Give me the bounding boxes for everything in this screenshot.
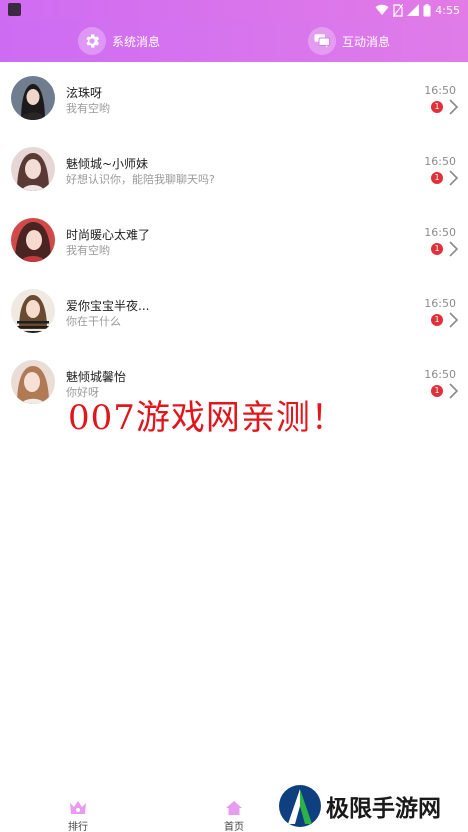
message-time: 16:50 [424,226,456,239]
message-sender-name: 泫珠呀 [66,86,103,100]
message-item[interactable]: 爱你宝宝半夜... 你在干什么 16:50 1 [0,275,468,346]
gear-icon [78,27,106,55]
signal-icon [407,4,420,16]
message-item[interactable]: 泫珠呀 我有空哟 16:50 1 [0,62,468,133]
message-sender-name: 魅倾城馨怡 [66,370,127,384]
site-logo-text: 极限手游网 [326,796,441,822]
message-time: 16:50 [424,297,456,310]
message-time: 16:50 [424,368,456,381]
site-logo-watermark: 极限手游网 [278,782,464,830]
message-preview: 我有空哟 [66,244,110,257]
app-root: 4:55 系统消息 互动消息 泫珠呀 我有空哟 16:50 1 魅倾城~小师妹 … [0,0,468,832]
tab-interactive-label: 互动消息 [342,34,391,49]
status-icons: 4:55 [375,2,460,18]
overlay-watermark-text: 007游戏网亲测！ [68,398,346,438]
avatar [11,76,55,120]
nav-item-home[interactable]: 首页 [214,800,254,832]
unread-badge: 1 [431,243,443,255]
nav-item-rank[interactable]: 排行 [58,800,98,832]
unread-badge: 1 [431,314,443,326]
nav-label-rank: 排行 [68,822,88,832]
site-logo-icon [279,785,321,827]
crown-icon [70,801,86,814]
unread-badge: 1 [431,385,443,397]
chevron-right-icon [449,99,459,115]
tab-interactive-messages[interactable]: 互动消息 [308,26,390,56]
message-preview: 你在干什么 [66,315,121,328]
chevron-right-icon [449,241,459,257]
chevron-right-icon [449,383,459,399]
home-icon [226,801,242,815]
message-time: 16:50 [424,155,456,168]
status-bar: 4:55 [0,0,468,20]
chat-bubbles-icon [308,27,336,55]
status-time: 4:55 [435,3,460,17]
avatar [11,218,55,262]
message-list: 泫珠呀 我有空哟 16:50 1 魅倾城~小师妹 好想认识你，能陪我聊聊天吗? … [0,62,468,417]
message-item[interactable]: 时尚暖心太难了 我有空哟 16:50 1 [0,204,468,275]
no-sim-icon [393,3,404,17]
message-sender-name: 爱你宝宝半夜... [66,299,150,313]
tab-system-label: 系统消息 [112,34,161,49]
message-preview: 我有空哟 [66,102,110,115]
message-header: 系统消息 互动消息 [0,20,468,62]
notification-app-icon [8,3,21,16]
avatar [11,360,55,404]
avatar [11,147,55,191]
message-time: 16:50 [424,84,456,97]
tab-system-messages[interactable]: 系统消息 [78,26,160,56]
unread-badge: 1 [431,101,443,113]
nav-label-home: 首页 [224,822,244,832]
message-preview: 好想认识你，能陪我聊聊天吗? [66,173,215,186]
message-sender-name: 时尚暖心太难了 [66,228,151,242]
chevron-right-icon [449,170,459,186]
unread-badge: 1 [431,172,443,184]
chevron-right-icon [449,312,459,328]
wifi-icon [375,4,389,15]
avatar [11,289,55,333]
message-sender-name: 魅倾城~小师妹 [66,157,149,171]
battery-icon [423,3,431,16]
message-item[interactable]: 魅倾城~小师妹 好想认识你，能陪我聊聊天吗? 16:50 1 [0,133,468,204]
